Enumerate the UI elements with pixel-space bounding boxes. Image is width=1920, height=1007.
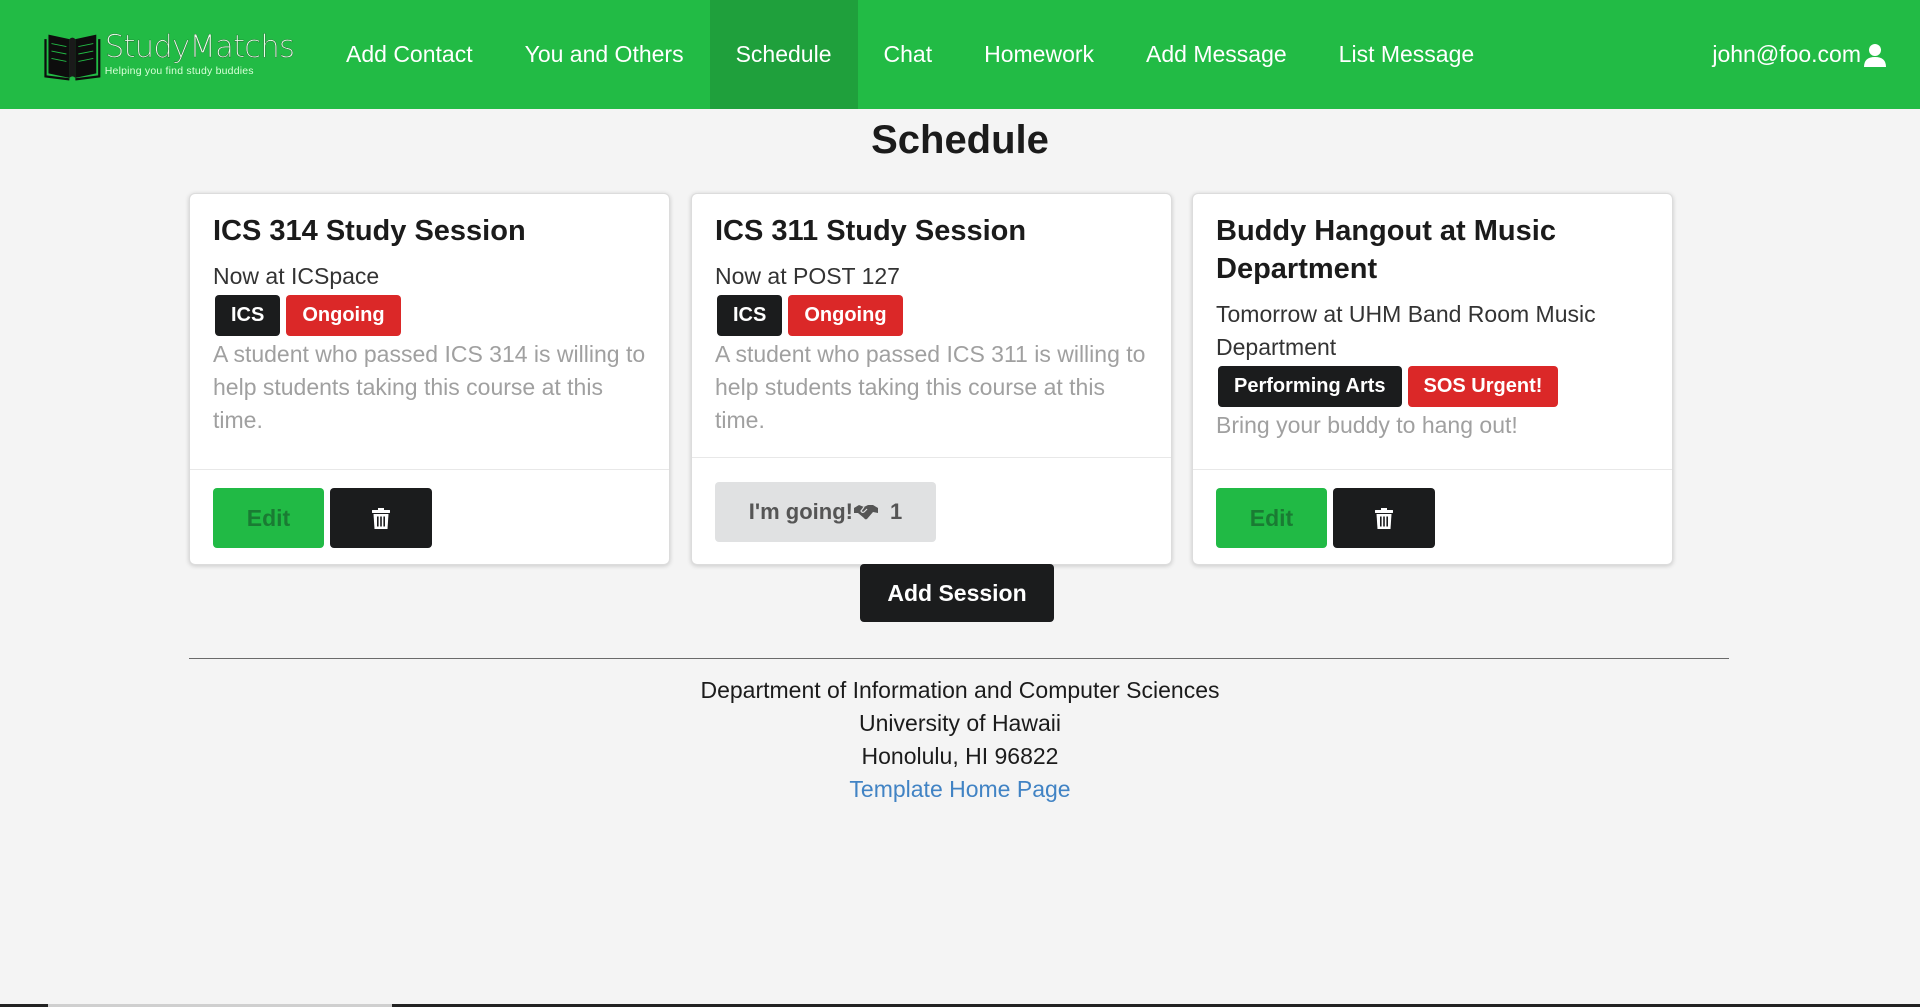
user-menu[interactable]: john@foo.com: [1712, 0, 1887, 109]
session-card: ICS 311 Study Session Now at POST 127 IC…: [691, 193, 1172, 565]
card-actions: Edit: [1193, 469, 1672, 564]
session-card: Buddy Hangout at Music Department Tomorr…: [1192, 193, 1673, 565]
session-title: ICS 311 Study Session: [715, 215, 1027, 247]
edit-button[interactable]: Edit: [1216, 488, 1327, 548]
im-going-label: I'm going!: [748, 499, 853, 524]
session-time-location: Tomorrow at UHM Band Room Music Departme…: [1216, 301, 1596, 360]
brand-text: StudyMatchs Helping you find study buddi…: [104, 28, 296, 77]
session-card: ICS 314 Study Session Now at ICSpace ICS…: [189, 193, 670, 565]
edit-button[interactable]: Edit: [213, 488, 324, 548]
footer-divider: [189, 658, 1729, 659]
nav-item-you-and-others[interactable]: You and Others: [499, 0, 710, 109]
top-navbar: StudyMatchs Helping you find study buddi…: [0, 0, 1920, 109]
session-title: Buddy Hangout at Music Department: [1216, 215, 1556, 285]
im-going-button[interactable]: I'm going! 1: [715, 482, 936, 542]
nav-item-list-message[interactable]: List Message: [1313, 0, 1501, 109]
session-description: A student who passed ICS 311 is willing …: [715, 341, 1146, 433]
nav-item-schedule[interactable]: Schedule: [709, 0, 858, 109]
label-status: Ongoing: [286, 295, 401, 336]
footer: Department of Information and Computer S…: [0, 674, 1920, 806]
session-time-location: Now at ICSpace: [213, 263, 380, 289]
label-status: SOS Urgent!: [1407, 366, 1559, 407]
brand-name: StudyMatchs: [104, 28, 296, 65]
delete-button[interactable]: [1333, 488, 1435, 548]
user-email: john@foo.com: [1712, 41, 1861, 67]
session-title: ICS 314 Study Session: [213, 215, 526, 247]
nav-links: Add Contact You and Others Schedule Chat…: [320, 0, 1500, 109]
page-title: Schedule: [871, 118, 1049, 162]
session-labels: ICS Ongoing: [717, 295, 1148, 336]
session-description: A student who passed ICS 314 is willing …: [213, 341, 646, 433]
trash-icon: [372, 507, 390, 529]
nav-item-add-contact[interactable]: Add Contact: [320, 0, 499, 109]
session-labels: Performing Arts SOS Urgent!: [1218, 366, 1649, 407]
session-time-location: Now at POST 127: [715, 263, 900, 289]
going-count: 1: [889, 499, 903, 524]
session-labels: ICS Ongoing: [215, 295, 646, 336]
trash-icon: [1375, 507, 1393, 529]
template-home-link[interactable]: Template Home Page: [849, 776, 1070, 802]
footer-department: Department of Information and Computer S…: [700, 677, 1220, 703]
card-actions: I'm going! 1: [692, 457, 1171, 564]
handshake-icon: [853, 505, 878, 520]
user-icon: [1864, 43, 1886, 67]
card-actions: Edit: [190, 469, 669, 564]
open-book-icon: [44, 34, 101, 81]
nav-item-chat[interactable]: Chat: [858, 0, 959, 109]
label-category: ICS: [215, 295, 281, 336]
nav-item-add-message[interactable]: Add Message: [1120, 0, 1313, 109]
label-category: Performing Arts: [1218, 366, 1402, 407]
label-status: Ongoing: [788, 295, 903, 336]
label-category: ICS: [717, 295, 783, 336]
add-session-button[interactable]: Add Session: [860, 564, 1054, 622]
brand-tagline: Helping you find study buddies: [104, 64, 254, 77]
brand-logo[interactable]: StudyMatchs Helping you find study buddi…: [44, 20, 296, 88]
session-description: Bring your buddy to hang out!: [1216, 412, 1518, 438]
footer-university: University of Hawaii: [859, 710, 1061, 736]
footer-address: Honolulu, HI 96822: [861, 743, 1059, 769]
nav-item-homework[interactable]: Homework: [958, 0, 1120, 109]
delete-button[interactable]: [330, 488, 432, 548]
